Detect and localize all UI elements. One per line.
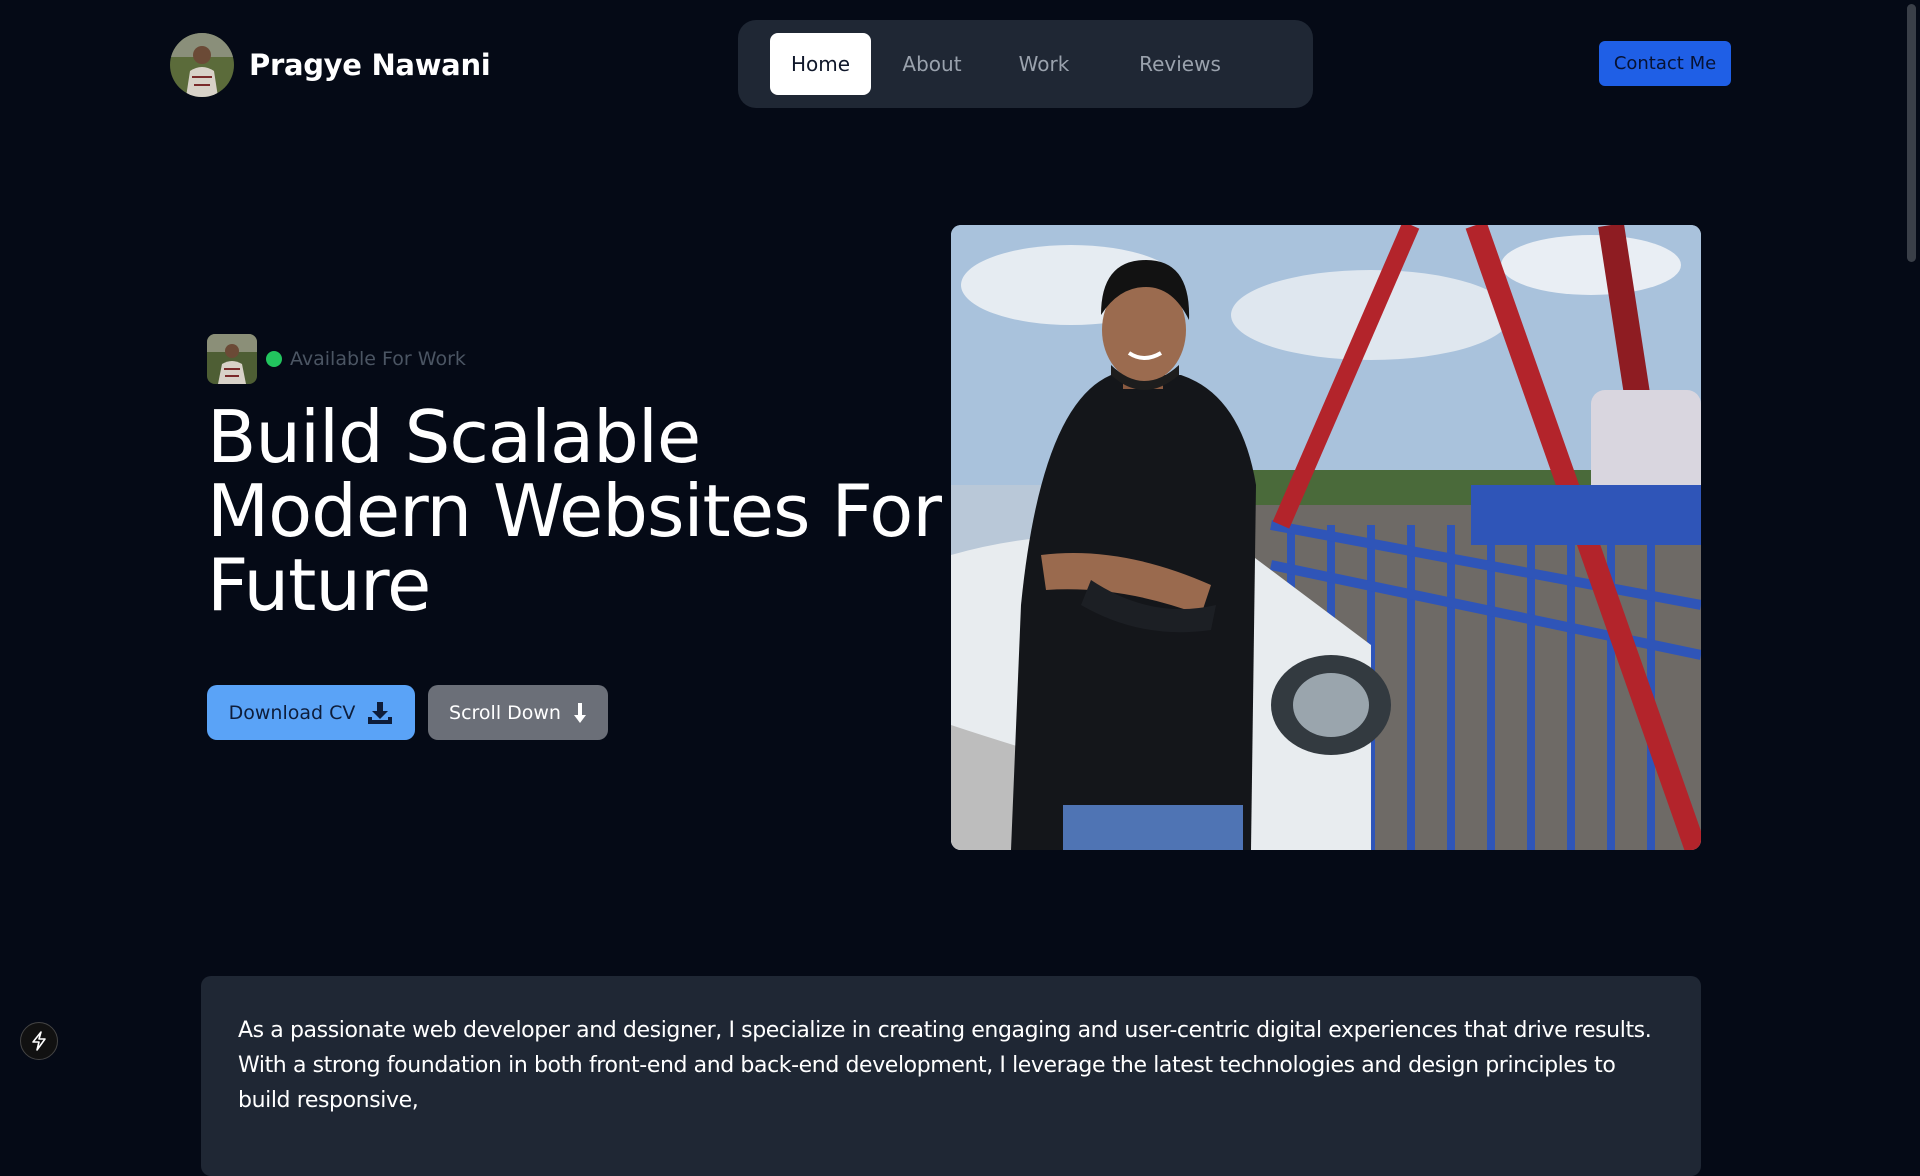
contact-button[interactable]: Contact Me bbox=[1599, 41, 1731, 86]
nav-work[interactable]: Work bbox=[994, 33, 1094, 95]
profile-avatar bbox=[170, 33, 234, 97]
hero-photo bbox=[951, 225, 1701, 850]
nav-home[interactable]: Home bbox=[770, 33, 871, 95]
brand-name: Pragye Nawani bbox=[249, 48, 491, 82]
status-avatar bbox=[207, 334, 257, 384]
brand[interactable]: Pragye Nawani bbox=[170, 33, 491, 97]
scroll-down-button[interactable]: Scroll Down bbox=[428, 685, 608, 740]
download-icon bbox=[368, 701, 393, 724]
about-card: As a passionate web developer and design… bbox=[201, 976, 1701, 1176]
bolt-icon bbox=[32, 1031, 46, 1051]
status-text: Available For Work bbox=[290, 348, 466, 370]
download-cv-button[interactable]: Download CV bbox=[207, 685, 415, 740]
main-nav: Home About Work Reviews bbox=[738, 20, 1313, 108]
nav-reviews[interactable]: Reviews bbox=[1120, 33, 1240, 95]
arrow-down-icon bbox=[573, 702, 586, 723]
scrollbar-thumb[interactable] bbox=[1907, 4, 1916, 262]
dev-tools-button[interactable] bbox=[20, 1022, 58, 1060]
online-indicator bbox=[266, 351, 282, 367]
hero-headline: Build Scalable Modern Websites For Futur… bbox=[207, 395, 942, 627]
about-text: As a passionate web developer and design… bbox=[238, 1018, 1652, 1113]
availability-status: Available For Work bbox=[207, 334, 466, 384]
download-cv-label: Download CV bbox=[228, 701, 356, 724]
nav-about[interactable]: About bbox=[882, 33, 982, 95]
scroll-down-label: Scroll Down bbox=[449, 701, 561, 724]
site-header: Pragye Nawani Home About Work Reviews Co… bbox=[0, 0, 1920, 130]
